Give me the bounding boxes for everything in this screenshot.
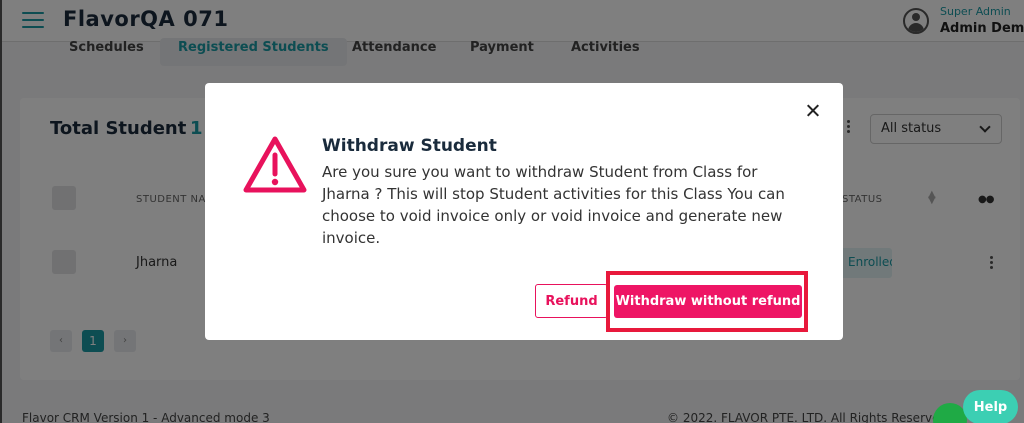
- refund-button[interactable]: Refund: [535, 284, 608, 318]
- warning-icon: [243, 136, 307, 193]
- dialog-message: Are you sure you want to withdraw Studen…: [322, 163, 785, 247]
- close-icon[interactable]: [803, 101, 823, 121]
- dialog-title: Withdraw Student: [322, 136, 497, 156]
- withdraw-student-dialog: Withdraw Student Are you sure you want t…: [205, 83, 843, 340]
- help-button[interactable]: Help: [963, 390, 1018, 423]
- withdraw-without-refund-button[interactable]: Withdraw without refund: [614, 285, 802, 318]
